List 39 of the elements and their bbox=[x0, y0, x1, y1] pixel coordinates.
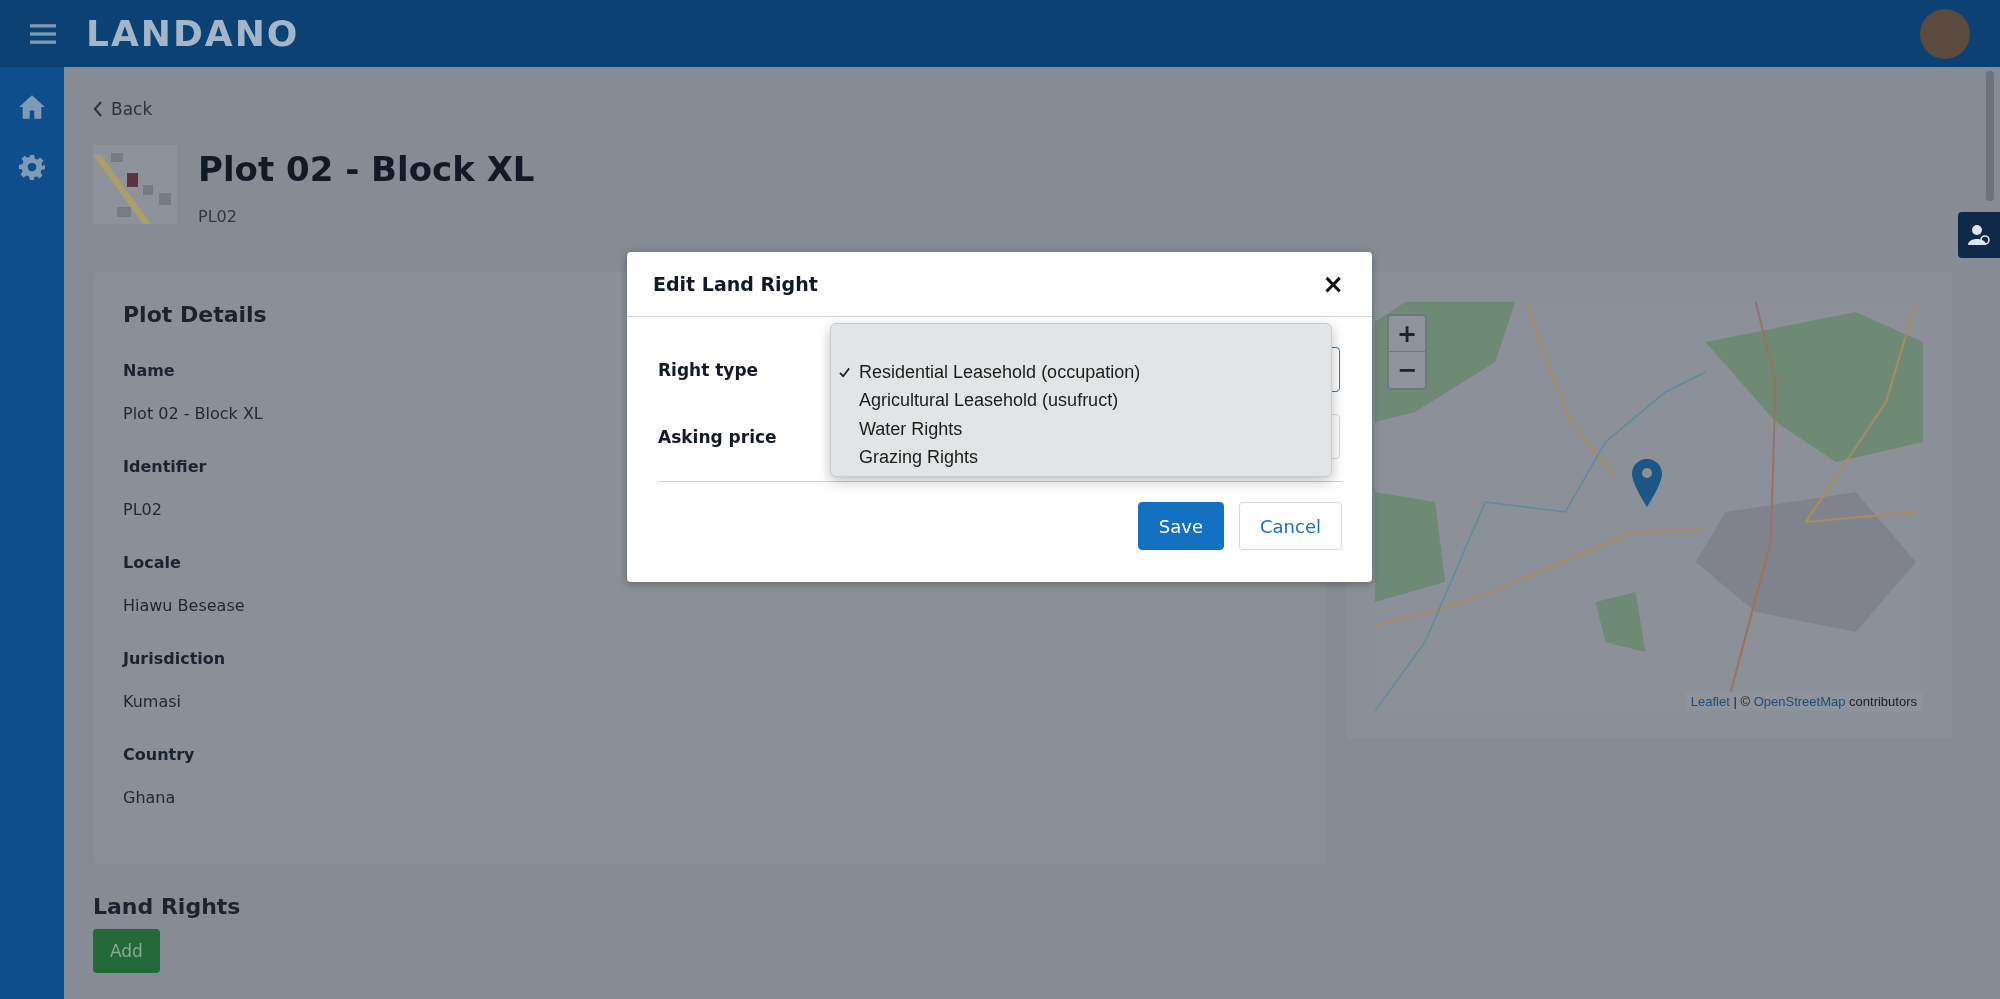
cancel-button[interactable]: Cancel bbox=[1239, 502, 1342, 550]
back-link[interactable]: Back bbox=[93, 99, 153, 119]
card-title: Plot Details bbox=[123, 302, 268, 327]
openstreetmap-link[interactable]: OpenStreetMap bbox=[1753, 694, 1846, 709]
dropdown-option[interactable]: Residential Leasehold (occupation) bbox=[839, 358, 1323, 387]
section-title: Land Rights bbox=[93, 894, 242, 919]
save-button[interactable]: Save bbox=[1137, 502, 1224, 550]
menu-icon[interactable] bbox=[30, 22, 56, 45]
checkmark-icon bbox=[839, 366, 850, 378]
zoom-out-button[interactable]: − bbox=[1389, 352, 1425, 388]
dialog-title: Edit Land Right bbox=[653, 273, 818, 295]
zoom-in-button[interactable]: + bbox=[1389, 316, 1425, 352]
leaflet-link[interactable]: Leaflet bbox=[1690, 694, 1730, 709]
field-value: Hiawu Besease bbox=[123, 596, 245, 615]
field-label: Country bbox=[123, 745, 195, 764]
field-value: Plot 02 - Block XL bbox=[123, 404, 263, 423]
field-label: Jurisdiction bbox=[123, 649, 226, 668]
dropdown-option[interactable]: Grazing Rights bbox=[839, 443, 1323, 472]
field-value: Ghana bbox=[123, 788, 176, 807]
field-label: Locale bbox=[123, 553, 181, 572]
dropdown-option[interactable]: Water Rights bbox=[839, 415, 1323, 444]
page-title: Plot 02 - Block XL bbox=[198, 148, 535, 191]
field-value: PL02 bbox=[123, 500, 162, 519]
map-marker-icon bbox=[1632, 459, 1662, 507]
field-label: Identifier bbox=[123, 457, 207, 476]
dropdown-option[interactable]: Agricultural Leasehold (usufruct) bbox=[839, 386, 1323, 415]
home-icon[interactable] bbox=[18, 94, 46, 120]
plot-identifier: PL02 bbox=[198, 207, 238, 226]
field-label: Asking price bbox=[658, 426, 778, 447]
user-icon bbox=[1968, 224, 1990, 246]
field-label: Right type bbox=[658, 359, 760, 380]
field-value: Kumasi bbox=[123, 692, 181, 711]
logo[interactable]: LANDANO bbox=[86, 13, 300, 54]
side-tab-button[interactable] bbox=[1958, 212, 2000, 258]
field-label: Name bbox=[123, 361, 175, 380]
settings-icon[interactable] bbox=[19, 154, 45, 180]
scrollbar[interactable] bbox=[1986, 71, 1994, 201]
chevron-left-icon bbox=[93, 101, 103, 117]
close-button[interactable]: × bbox=[1320, 271, 1346, 297]
